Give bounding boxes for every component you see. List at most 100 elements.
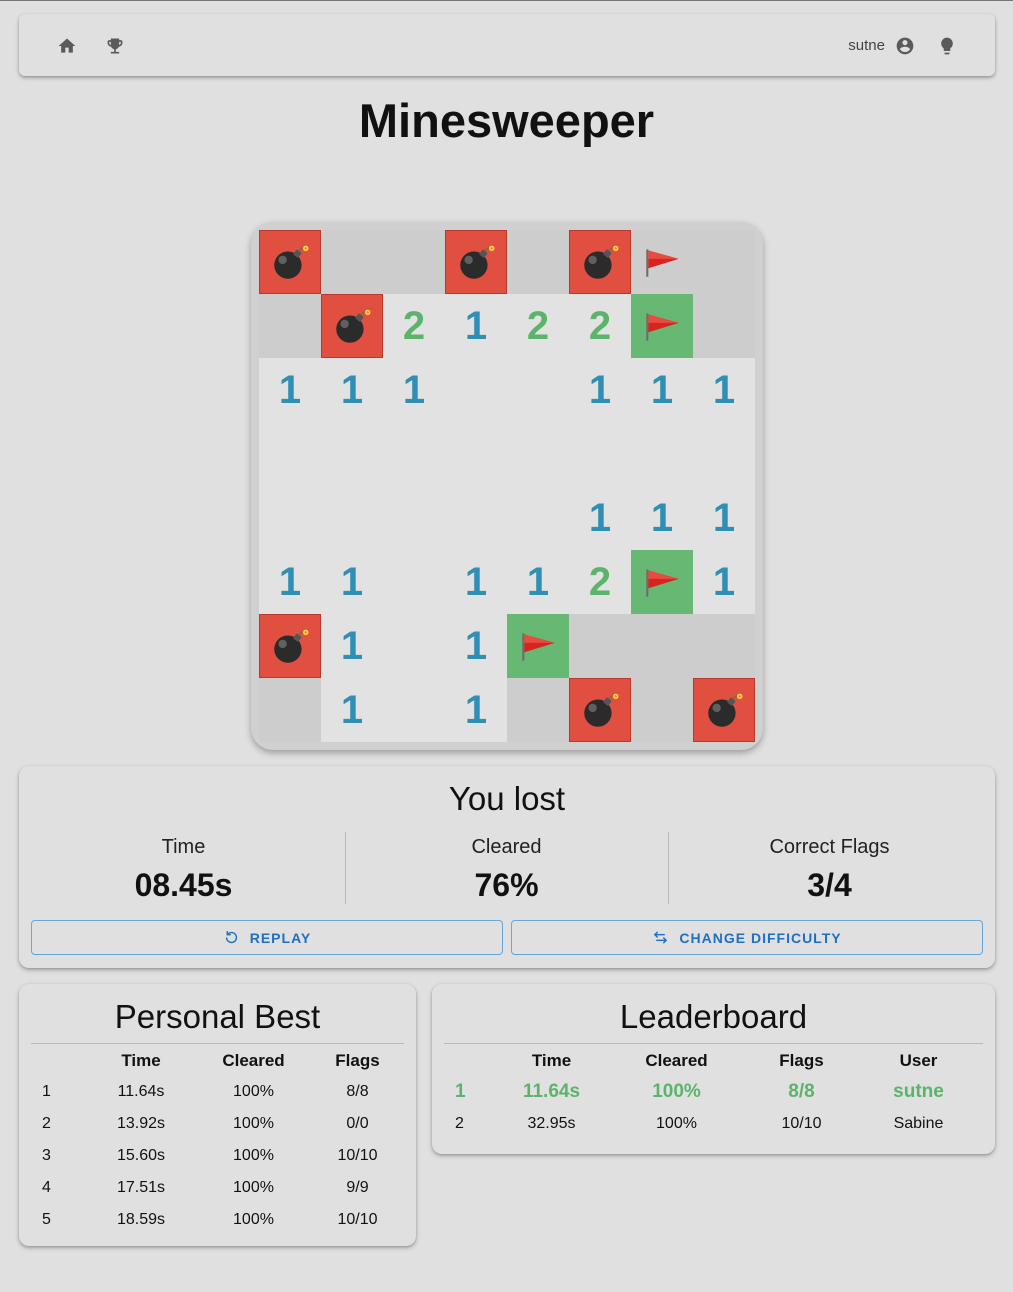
- table-cell: 100%: [656, 1115, 697, 1132]
- open-cell[interactable]: [321, 486, 383, 550]
- mine-cell[interactable]: [569, 678, 631, 742]
- mine-cell[interactable]: [259, 230, 321, 294]
- table-row: 4 17.51s 100% 9/9: [31, 1172, 404, 1204]
- table-cell: 100%: [233, 1115, 274, 1132]
- trophy-icon[interactable]: [104, 35, 126, 57]
- open-cell[interactable]: [445, 486, 507, 550]
- table-cell: 10/10: [337, 1147, 378, 1164]
- lightbulb-icon[interactable]: [936, 35, 958, 57]
- mine-cell[interactable]: [321, 294, 383, 358]
- open-cell[interactable]: 1: [569, 486, 631, 550]
- open-cell[interactable]: 1: [321, 358, 383, 422]
- open-cell[interactable]: 1: [631, 486, 693, 550]
- game-board[interactable]: 21221111111111111211111: [251, 222, 763, 750]
- open-cell[interactable]: [383, 550, 445, 614]
- bomb-icon: [336, 309, 371, 343]
- open-cell[interactable]: 1: [693, 550, 755, 614]
- closed-cell[interactable]: [321, 230, 383, 294]
- mine-cell[interactable]: [693, 678, 755, 742]
- open-cell[interactable]: [445, 422, 507, 486]
- open-cell[interactable]: 1: [321, 550, 383, 614]
- open-cell[interactable]: [383, 422, 445, 486]
- open-cell[interactable]: [259, 486, 321, 550]
- open-cell[interactable]: 1: [569, 358, 631, 422]
- open-cell[interactable]: 1: [693, 358, 755, 422]
- change-difficulty-button[interactable]: CHANGE DIFFICULTY: [511, 920, 983, 955]
- closed-cell[interactable]: [569, 614, 631, 678]
- home-icon[interactable]: [56, 35, 78, 57]
- cell-number: 1: [588, 495, 612, 540]
- open-cell[interactable]: 1: [445, 614, 507, 678]
- flag-icon: [522, 633, 555, 661]
- cell-number: 1: [340, 623, 364, 668]
- cell-number: 1: [402, 367, 426, 412]
- stat-correct-flags: Correct Flags 3/4: [668, 836, 991, 904]
- open-cell[interactable]: [693, 422, 755, 486]
- table-row: 3 15.60s 100% 10/10: [31, 1140, 404, 1172]
- rank-cell: 2: [455, 1115, 464, 1132]
- open-cell[interactable]: 1: [321, 614, 383, 678]
- open-cell[interactable]: [445, 358, 507, 422]
- open-cell[interactable]: 2: [383, 294, 445, 358]
- correct-flag-cell[interactable]: [631, 294, 693, 358]
- account-circle-icon[interactable]: [894, 35, 916, 57]
- open-cell[interactable]: 1: [445, 678, 507, 742]
- open-cell[interactable]: 1: [259, 358, 321, 422]
- closed-cell[interactable]: [631, 614, 693, 678]
- bomb-icon: [460, 245, 495, 279]
- open-cell[interactable]: 1: [445, 294, 507, 358]
- open-cell[interactable]: [507, 358, 569, 422]
- open-cell[interactable]: [569, 422, 631, 486]
- personal-best-card: Personal Best Time Cleared Flags 1 11.64s…: [19, 984, 416, 1246]
- open-cell[interactable]: 1: [383, 358, 445, 422]
- open-cell[interactable]: [383, 614, 445, 678]
- replay-button[interactable]: REPLAY: [31, 920, 503, 955]
- table-row: 1 11.64s 100% 8/8 sutne: [444, 1076, 983, 1108]
- closed-cell[interactable]: [631, 678, 693, 742]
- closed-cell[interactable]: [507, 678, 569, 742]
- rank-cell: 1: [455, 1081, 466, 1102]
- open-cell[interactable]: 2: [569, 294, 631, 358]
- closed-cell[interactable]: [259, 294, 321, 358]
- closed-cell[interactable]: [693, 230, 755, 294]
- mine-cell[interactable]: [259, 614, 321, 678]
- open-cell[interactable]: [321, 422, 383, 486]
- open-cell[interactable]: 2: [569, 550, 631, 614]
- open-cell[interactable]: [259, 422, 321, 486]
- open-cell[interactable]: 1: [321, 678, 383, 742]
- bomb-icon: [708, 693, 743, 727]
- cell-number: 1: [712, 495, 736, 540]
- table-cell: 13.92s: [116, 1115, 166, 1132]
- cell-number: 1: [650, 495, 674, 540]
- open-cell[interactable]: [507, 486, 569, 550]
- cell-number: 1: [526, 559, 550, 604]
- rank-cell: 3: [42, 1147, 51, 1164]
- mine-cell[interactable]: [445, 230, 507, 294]
- open-cell[interactable]: 1: [259, 550, 321, 614]
- closed-cell[interactable]: [693, 294, 755, 358]
- closed-cell[interactable]: [693, 614, 755, 678]
- correct-flag-cell[interactable]: [631, 550, 693, 614]
- open-cell[interactable]: 1: [507, 550, 569, 614]
- table-cell: 10/10: [337, 1211, 378, 1228]
- column-header: Flags: [779, 1051, 824, 1070]
- open-cell[interactable]: [507, 422, 569, 486]
- closed-cell[interactable]: [259, 678, 321, 742]
- result-card: You lost Time 08.45s Cleared 76% Correct…: [19, 766, 995, 968]
- rank-cell: 2: [42, 1115, 51, 1132]
- open-cell[interactable]: 2: [507, 294, 569, 358]
- open-cell[interactable]: 1: [445, 550, 507, 614]
- closed-cell[interactable]: [383, 230, 445, 294]
- open-cell[interactable]: 1: [693, 486, 755, 550]
- closed-cell[interactable]: [507, 230, 569, 294]
- mine-cell[interactable]: [569, 230, 631, 294]
- open-cell[interactable]: [383, 486, 445, 550]
- username: sutne: [848, 37, 885, 54]
- flag-icon: [646, 249, 679, 277]
- table-cell: 100%: [233, 1147, 274, 1164]
- flagged-cell[interactable]: [631, 230, 693, 294]
- open-cell[interactable]: [631, 422, 693, 486]
- correct-flag-cell[interactable]: [507, 614, 569, 678]
- open-cell[interactable]: 1: [631, 358, 693, 422]
- open-cell[interactable]: [383, 678, 445, 742]
